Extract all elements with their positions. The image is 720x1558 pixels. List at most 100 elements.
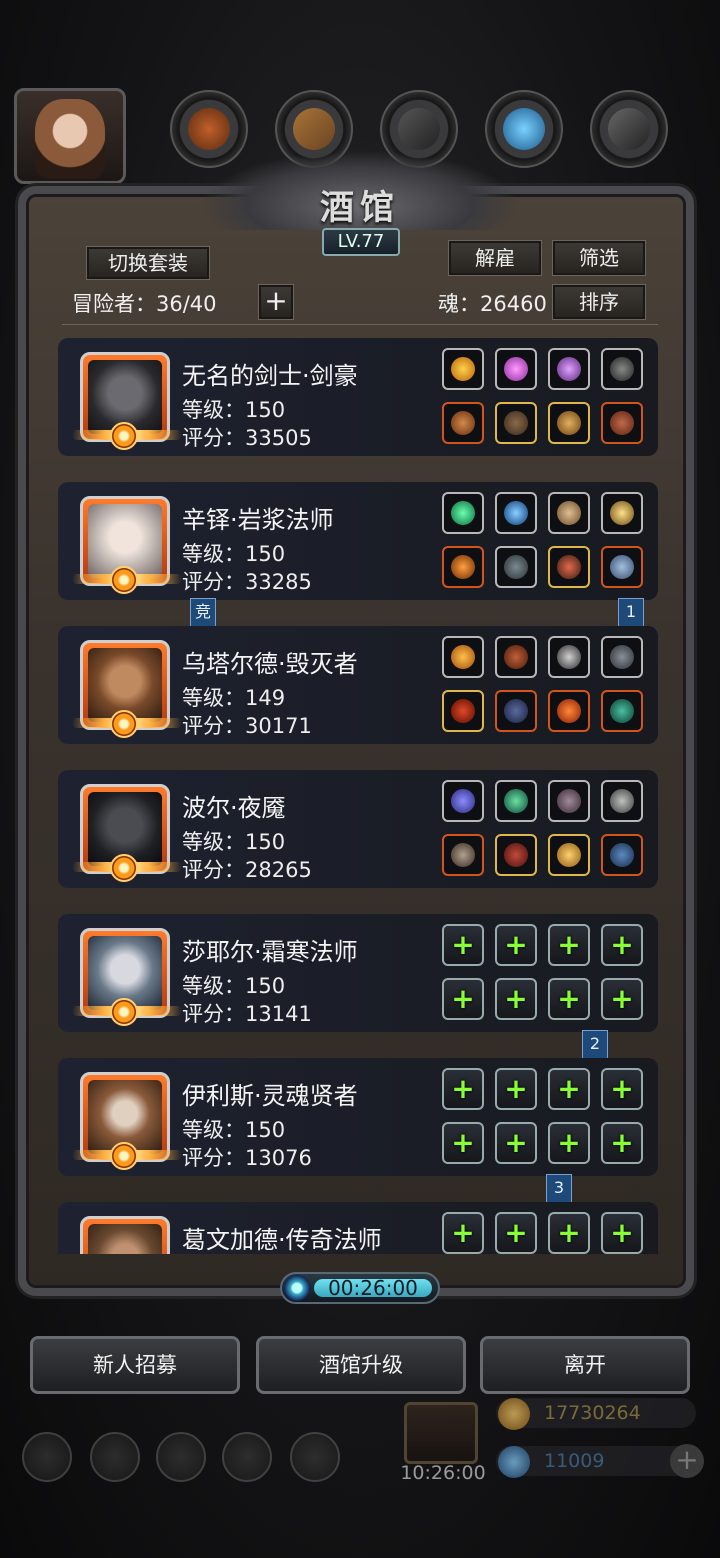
equip-slot[interactable] — [548, 780, 590, 822]
equip-slot[interactable] — [601, 834, 643, 876]
empty-equip-slot[interactable]: + — [548, 1122, 590, 1164]
equip-slot[interactable] — [442, 348, 484, 390]
equip-slot[interactable] — [601, 348, 643, 390]
hero-card[interactable]: 乌塔尔德·毁灭者 等级：149 评分：30171 — [58, 626, 658, 744]
team-tag-3: 3 — [546, 1174, 572, 1204]
rank-badge: 竞 — [190, 598, 216, 628]
equip-slot[interactable] — [548, 348, 590, 390]
equip-slot[interactable] — [495, 690, 537, 732]
plus-icon: + — [504, 1072, 528, 1105]
hero-score: 评分：33285 — [182, 570, 312, 594]
equip-slot[interactable] — [442, 834, 484, 876]
plus-icon: + — [451, 1216, 475, 1249]
player-avatar[interactable] — [14, 88, 126, 184]
empty-equip-slot[interactable]: + — [601, 1212, 643, 1254]
gift-box-icon[interactable] — [404, 1402, 478, 1464]
store-icon[interactable] — [290, 1432, 340, 1482]
equip-slot[interactable] — [601, 402, 643, 444]
equip-slot[interactable] — [442, 402, 484, 444]
plus-icon[interactable]: + — [670, 1444, 704, 1478]
empty-equip-slot[interactable]: + — [548, 978, 590, 1020]
dismiss-button[interactable]: 解雇 — [448, 240, 542, 276]
plus-icon: + — [504, 1216, 528, 1249]
equip-slot[interactable] — [442, 546, 484, 588]
equip-slot[interactable] — [442, 492, 484, 534]
guild-icon[interactable] — [156, 1432, 206, 1482]
add-slot-button[interactable]: + — [258, 284, 294, 320]
equip-slot[interactable] — [495, 348, 537, 390]
adventurer-count: 冒险者：36/40 — [72, 292, 217, 316]
empty-equip-slot[interactable]: + — [442, 1068, 484, 1110]
empty-equip-slot[interactable]: + — [442, 1212, 484, 1254]
equip-slot[interactable] — [495, 780, 537, 822]
equip-slot[interactable] — [601, 636, 643, 678]
settings-icon[interactable] — [22, 1432, 72, 1482]
hero-list[interactable]: 无名的剑士·剑豪 等级：150 评分：33505 辛铎·岩浆法师 等级：150 … — [58, 336, 658, 1254]
equip-slot[interactable] — [601, 492, 643, 534]
equip-slot[interactable] — [495, 546, 537, 588]
sort-button[interactable]: 排序 — [552, 284, 646, 320]
equip-slot[interactable] — [495, 636, 537, 678]
tavern-level: LV.77 — [322, 228, 400, 256]
equip-slot[interactable] — [601, 690, 643, 732]
gift-timer: 10:26:00 — [400, 1462, 486, 1484]
empty-equip-slot[interactable]: + — [601, 1122, 643, 1164]
equip-slot[interactable] — [601, 780, 643, 822]
empty-equip-slot[interactable]: + — [495, 924, 537, 966]
empty-equip-slot[interactable]: + — [601, 1068, 643, 1110]
hero-card[interactable]: 伊利斯·灵魂贤者 等级：150 评分：13076 + + + + + + + + — [58, 1058, 658, 1176]
equip-slot[interactable] — [495, 834, 537, 876]
hero-name: 莎耶尔·霜寒法师 — [182, 938, 358, 966]
equip-slot[interactable] — [601, 546, 643, 588]
equip-slot[interactable] — [442, 690, 484, 732]
equip-slot[interactable] — [548, 402, 590, 444]
plus-icon: + — [610, 1126, 634, 1159]
rank-emblem-icon — [110, 998, 138, 1026]
empty-equip-slot[interactable]: + — [495, 1068, 537, 1110]
equip-slot[interactable] — [442, 636, 484, 678]
equip-slot[interactable] — [548, 492, 590, 534]
plus-icon: + — [557, 1216, 581, 1249]
empty-equip-slot[interactable]: + — [601, 978, 643, 1020]
equip-slot[interactable] — [548, 636, 590, 678]
plus-icon: + — [451, 1072, 475, 1105]
switch-outfit-button[interactable]: 切换套装 — [86, 246, 210, 280]
empty-equip-slot[interactable]: + — [495, 1122, 537, 1164]
equip-slot[interactable] — [548, 690, 590, 732]
equip-slot[interactable] — [548, 834, 590, 876]
plus-icon: + — [504, 928, 528, 961]
equip-slot[interactable] — [495, 402, 537, 444]
leave-button[interactable]: 离开 — [480, 1336, 690, 1394]
empty-equip-slot[interactable]: + — [548, 1068, 590, 1110]
empty-equip-slot[interactable]: + — [442, 1122, 484, 1164]
empty-equip-slot[interactable]: + — [548, 924, 590, 966]
equip-slot[interactable] — [548, 546, 590, 588]
equipment-orb-5[interactable] — [590, 90, 668, 168]
hero-level: 等级：149 — [182, 686, 286, 710]
rank-emblem-icon — [110, 854, 138, 882]
equip-slot[interactable] — [495, 492, 537, 534]
empty-equip-slot[interactable]: + — [495, 1212, 537, 1254]
rank-emblem-icon — [110, 1142, 138, 1170]
empty-equip-slot[interactable]: + — [601, 924, 643, 966]
achievement-icon[interactable] — [90, 1432, 140, 1482]
empty-equip-slot[interactable]: + — [548, 1212, 590, 1254]
recruit-button[interactable]: 新人招募 — [30, 1336, 240, 1394]
filter-button[interactable]: 筛选 — [552, 240, 646, 276]
upgrade-tavern-button[interactable]: 酒馆升级 — [256, 1336, 466, 1394]
hero-card[interactable]: 莎耶尔·霜寒法师 等级：150 评分：13141 + + + + + + + + — [58, 914, 658, 1032]
hero-level: 等级：150 — [182, 542, 286, 566]
plus-icon: + — [610, 1216, 634, 1249]
hero-level: 等级：150 — [182, 398, 286, 422]
clock-icon — [284, 1275, 310, 1301]
empty-equip-slot[interactable]: + — [495, 978, 537, 1020]
hero-card[interactable]: 辛铎·岩浆法师 等级：150 评分：33285 — [58, 482, 658, 600]
hero-card[interactable]: 无名的剑士·剑豪 等级：150 评分：33505 — [58, 338, 658, 456]
hero-card[interactable]: 葛文加德·传奇法师 + + + + — [58, 1202, 658, 1254]
empty-equip-slot[interactable]: + — [442, 924, 484, 966]
hero-card[interactable]: 波尔·夜魇 等级：150 评分：28265 — [58, 770, 658, 888]
empty-equip-slot[interactable]: + — [442, 978, 484, 1020]
hero-name: 伊利斯·灵魂贤者 — [182, 1082, 358, 1110]
equip-slot[interactable] — [442, 780, 484, 822]
mail-icon[interactable] — [222, 1432, 272, 1482]
